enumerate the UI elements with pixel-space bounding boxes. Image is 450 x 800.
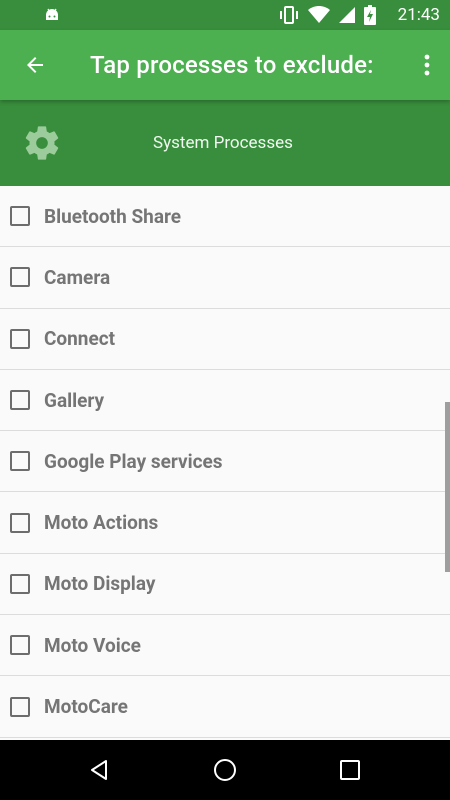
arrow-back-icon xyxy=(27,57,43,73)
nav-home-icon xyxy=(214,759,236,781)
process-label: Moto Display xyxy=(44,572,156,596)
process-label: MotoCare xyxy=(44,695,128,719)
navigation-bar xyxy=(0,740,450,800)
process-checkbox[interactable] xyxy=(10,512,30,533)
wifi-icon xyxy=(308,6,330,23)
list-item[interactable]: Moto Display xyxy=(0,554,450,616)
more-vert-icon xyxy=(424,54,430,76)
list-item[interactable]: Camera xyxy=(0,247,450,309)
list-item[interactable]: Bluetooth Share xyxy=(0,186,450,248)
vibrate-icon xyxy=(280,6,298,24)
overflow-menu-button[interactable] xyxy=(418,50,436,80)
process-label: Moto Actions xyxy=(44,511,159,535)
process-checkbox[interactable] xyxy=(10,390,30,411)
process-checkbox[interactable] xyxy=(10,635,30,656)
process-checkbox[interactable] xyxy=(10,328,30,349)
list-item[interactable]: Connect xyxy=(0,309,450,370)
gear-icon xyxy=(25,126,59,160)
page-title: Tap processes to exclude: xyxy=(90,51,374,79)
process-label: Google Play services xyxy=(44,449,223,473)
list-item[interactable]: Moto Actions xyxy=(0,492,450,554)
process-list[interactable]: Bluetooth Share Camera Connect Gallery G… xyxy=(0,186,450,738)
list-item[interactable]: MotoCare xyxy=(0,676,450,738)
process-label: Connect xyxy=(44,327,116,351)
list-item[interactable]: Moto Voice xyxy=(0,615,450,677)
nav-back-icon xyxy=(91,760,107,780)
process-label: Moto Voice xyxy=(44,633,141,657)
app-bar: Tap processes to exclude: xyxy=(0,30,450,100)
list-item[interactable]: Google Play services xyxy=(0,431,450,493)
process-checkbox[interactable] xyxy=(10,696,30,717)
scrollbar-thumb[interactable] xyxy=(445,402,450,572)
status-bar: 21:43 xyxy=(0,0,450,30)
process-label: Bluetooth Share xyxy=(44,204,182,228)
process-checkbox[interactable] xyxy=(10,451,30,472)
nav-back-button[interactable] xyxy=(84,755,114,785)
nav-recents-icon xyxy=(340,760,360,780)
process-checkbox[interactable] xyxy=(10,267,30,288)
section-header: System Processes xyxy=(0,100,450,186)
android-icon xyxy=(46,8,58,20)
nav-recents-button[interactable] xyxy=(335,755,365,785)
battery-icon xyxy=(364,5,376,25)
process-label: Gallery xyxy=(44,388,105,412)
status-icons xyxy=(278,5,376,25)
list-item[interactable]: Gallery xyxy=(0,370,450,432)
process-checkbox[interactable] xyxy=(10,573,30,594)
section-title: System Processes xyxy=(153,133,293,153)
nav-home-button[interactable] xyxy=(210,755,240,785)
back-button[interactable] xyxy=(20,50,50,80)
process-checkbox[interactable] xyxy=(10,206,30,227)
status-time: 21:43 xyxy=(397,5,440,25)
process-label: Camera xyxy=(44,265,111,289)
signal-icon xyxy=(339,7,355,23)
